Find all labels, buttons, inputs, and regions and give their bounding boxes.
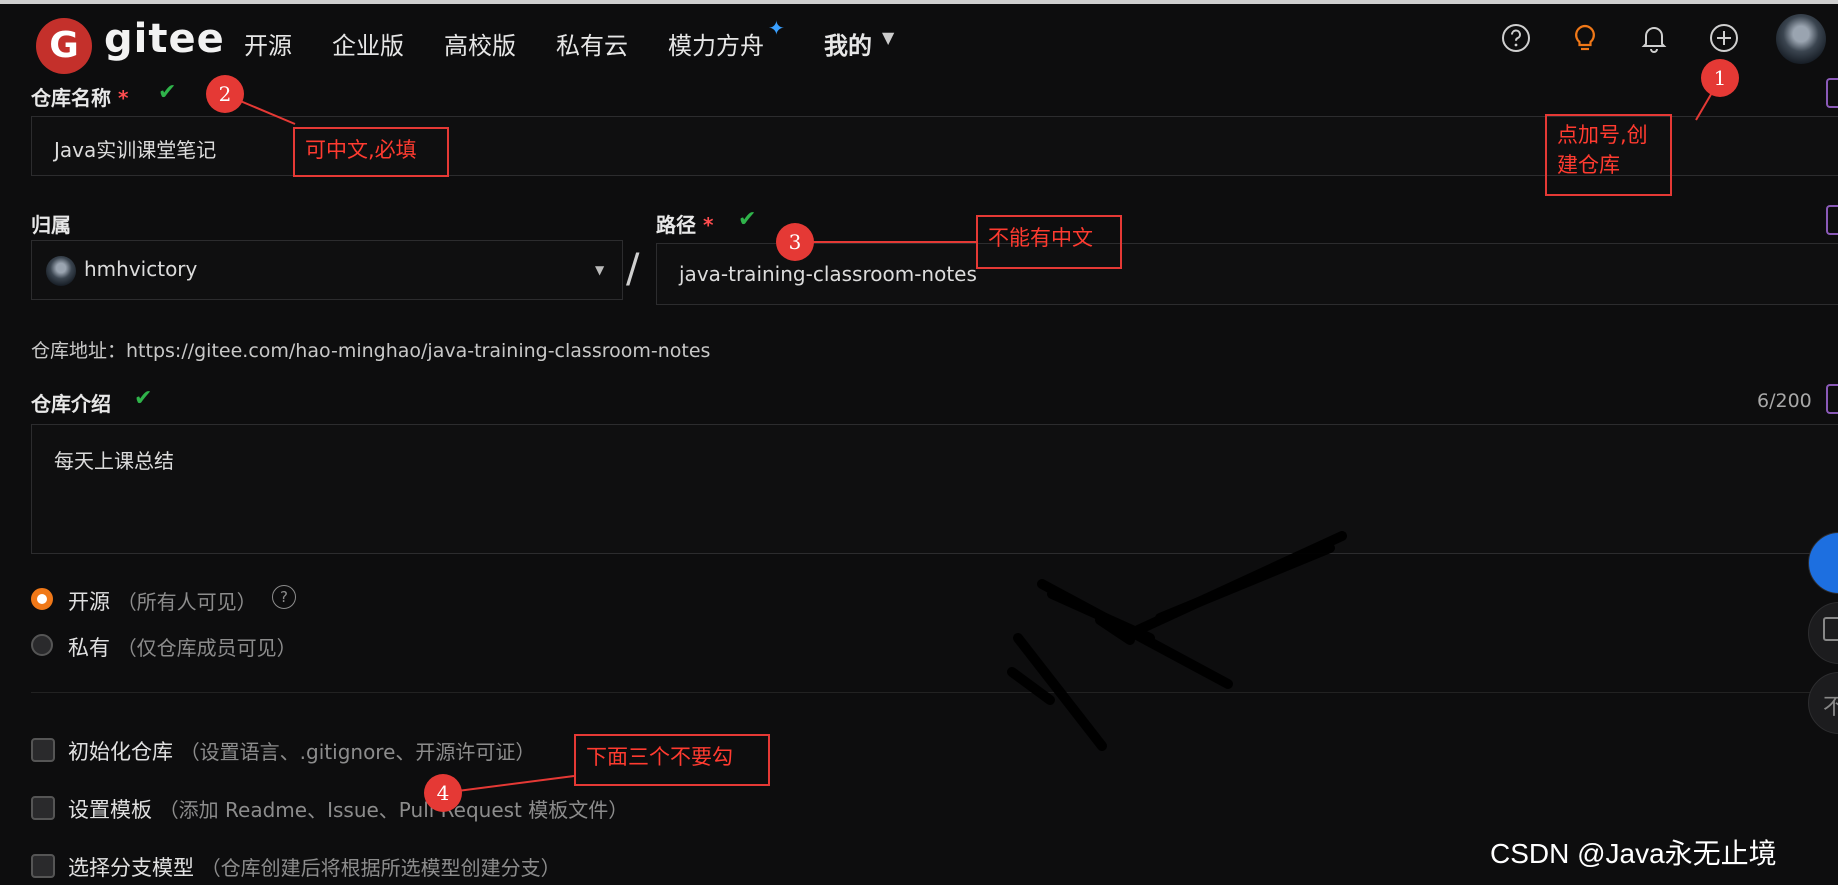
csdn-watermark: CSDN @Java永无止境 xyxy=(1490,838,1777,869)
annotation-note-2: 可中文,必填 xyxy=(293,127,449,177)
annotation-marker-4: 4 xyxy=(424,774,462,812)
annotation-note-1: 点加号,创 建仓库 xyxy=(1545,114,1672,196)
annotation-marker-3: 3 xyxy=(776,223,814,261)
annotation-marker-1: 1 xyxy=(1701,59,1739,97)
annotation-marker-2: 2 xyxy=(206,75,244,113)
annotation-note-4: 下面三个不要勾 xyxy=(574,734,770,786)
annotation-note-3: 不能有中文 xyxy=(976,215,1122,269)
